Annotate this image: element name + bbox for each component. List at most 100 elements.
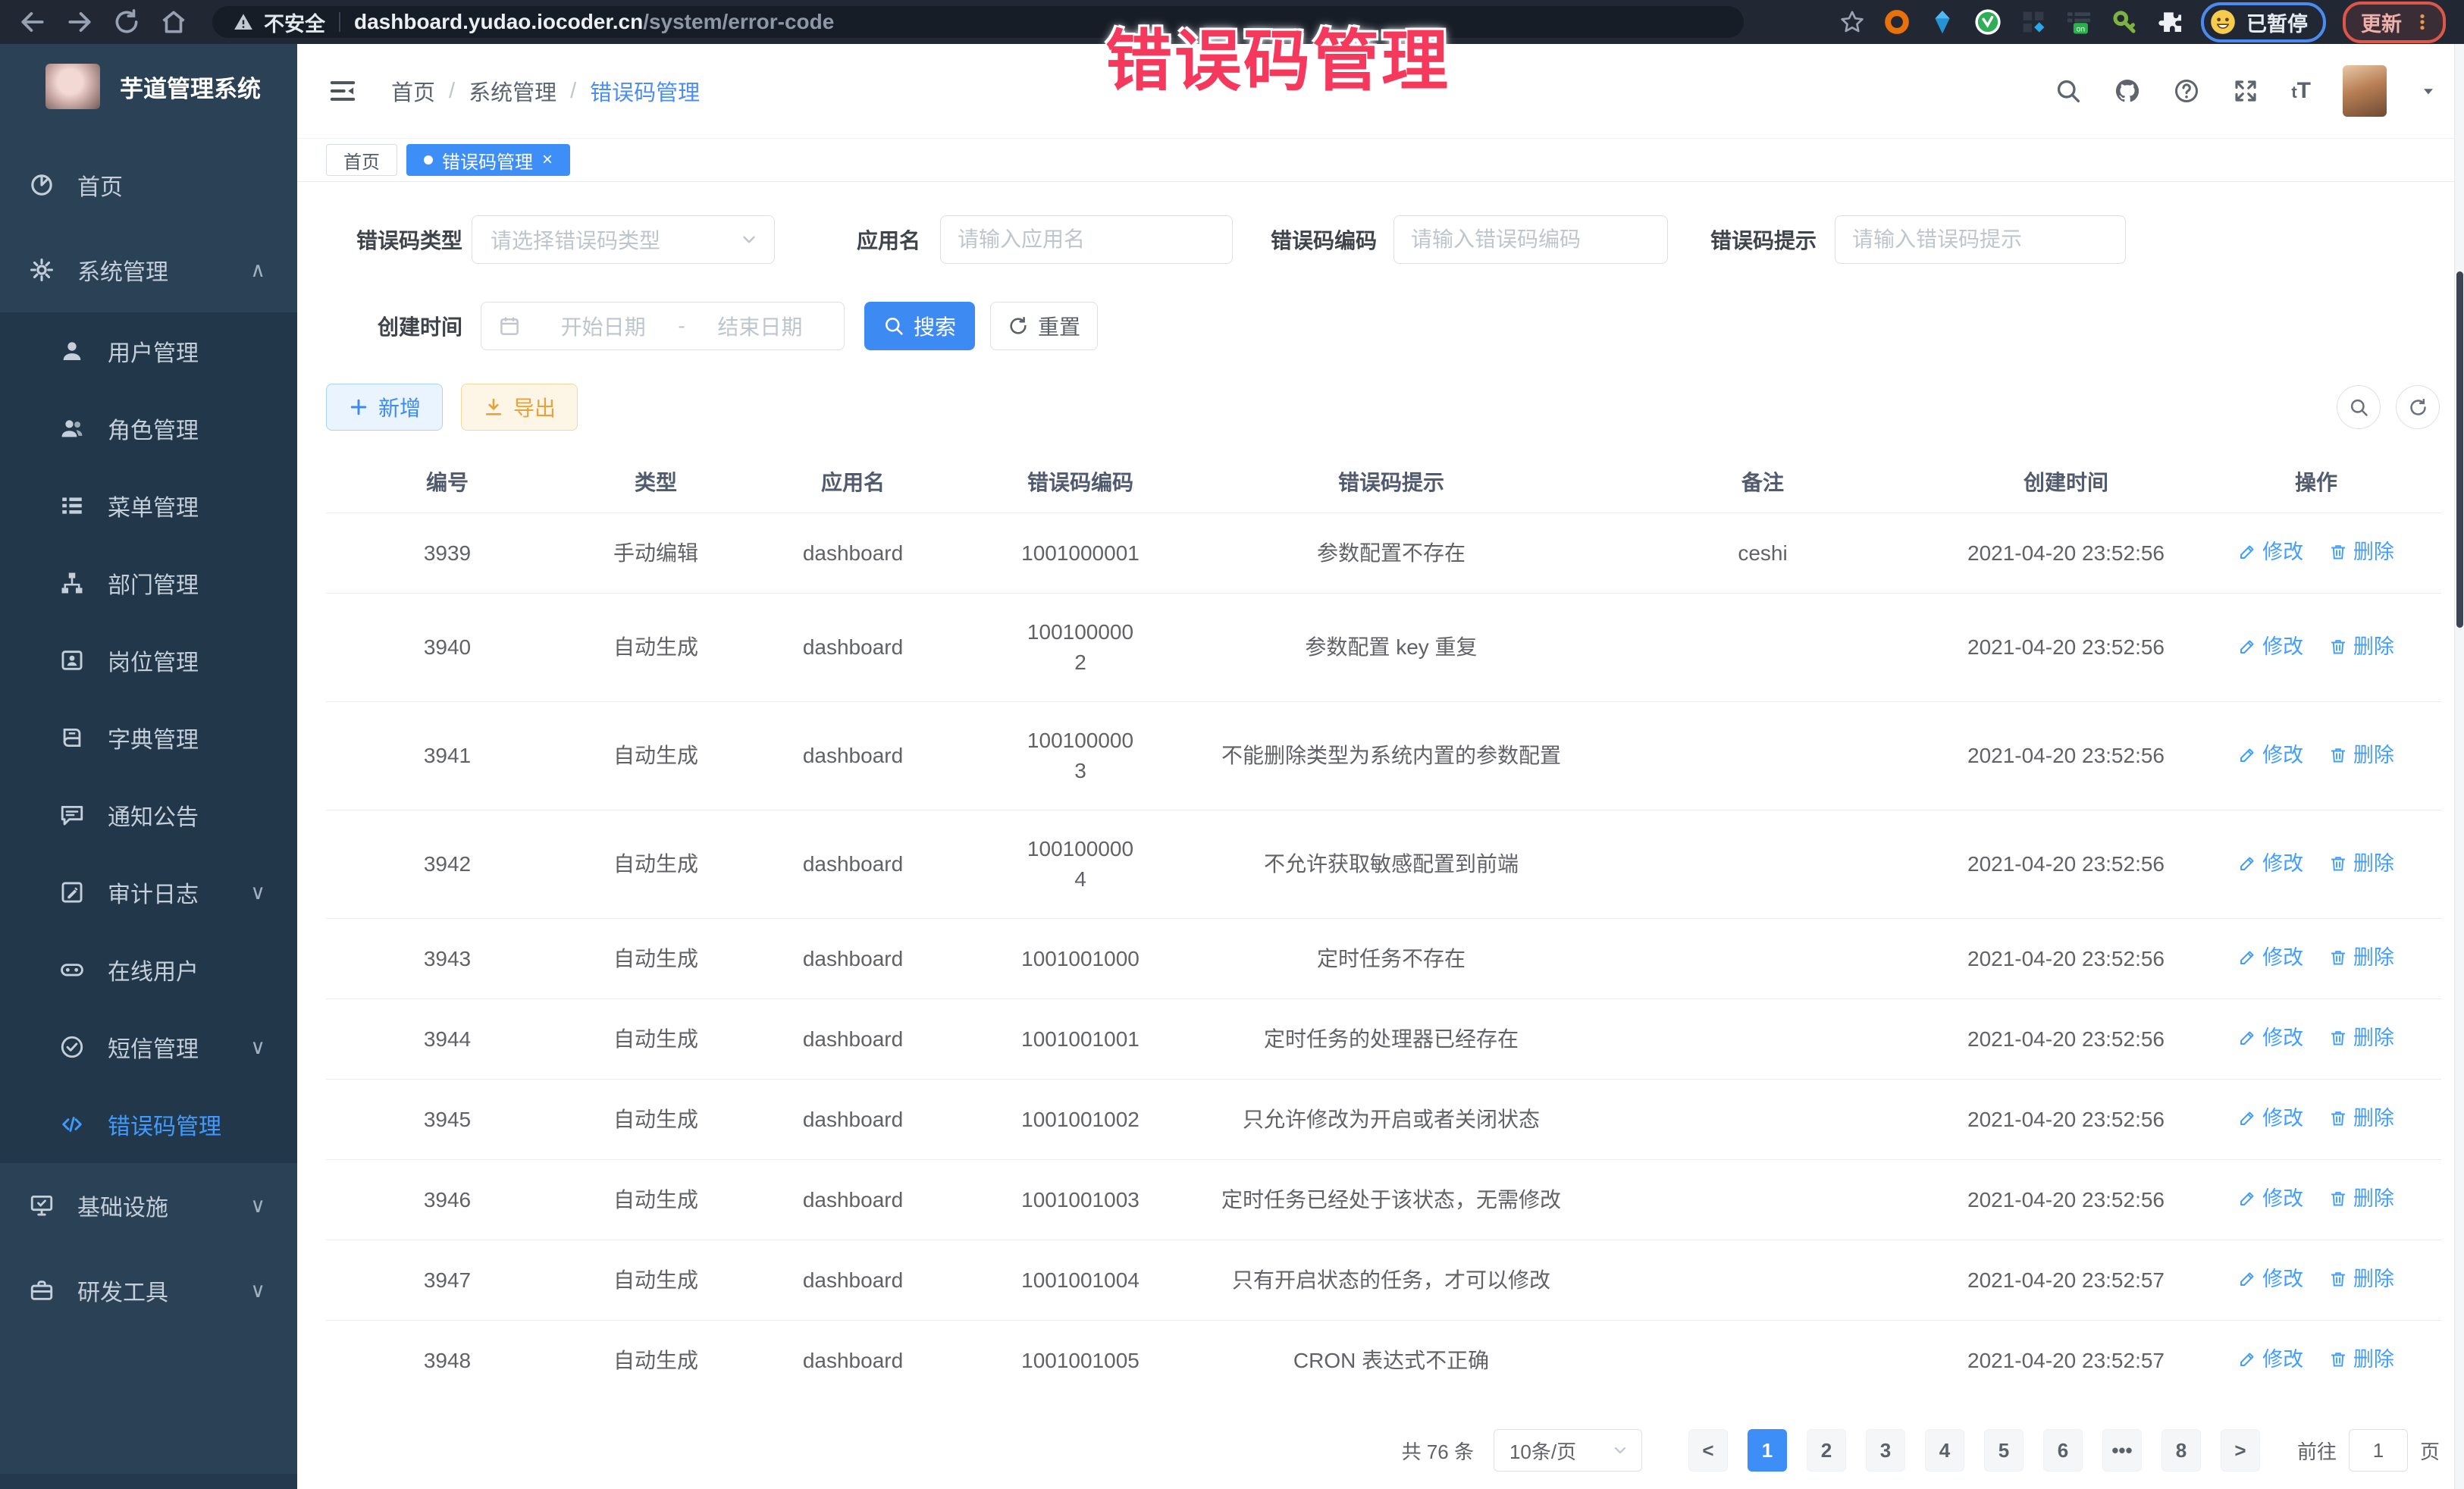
address-bar[interactable]: 不安全 dashboard.yudao.iocoder.cn/system/er… bbox=[212, 6, 1744, 38]
browser-back-icon[interactable] bbox=[18, 8, 47, 36]
page-number-button[interactable]: 4 bbox=[1925, 1429, 1964, 1472]
cell-actions: 修改 删除 bbox=[2191, 1160, 2441, 1240]
extension-grid-icon[interactable] bbox=[2019, 8, 2048, 36]
sidebar-item[interactable]: 岗位管理 bbox=[0, 622, 297, 699]
sidebar-item[interactable]: 字典管理 bbox=[0, 699, 297, 776]
browser-home-icon[interactable] bbox=[159, 8, 188, 36]
extension-puzzle-icon[interactable] bbox=[2155, 8, 2184, 36]
goto-page-input[interactable] bbox=[2349, 1429, 2408, 1472]
edit-link[interactable]: 修改 bbox=[2238, 740, 2303, 770]
extension-blue-gem-icon[interactable] bbox=[1928, 8, 1957, 36]
breadcrumb-system[interactable]: 系统管理 bbox=[469, 75, 556, 107]
tab-home[interactable]: 首页 bbox=[326, 144, 397, 176]
app-name-input[interactable] bbox=[940, 215, 1233, 264]
app-logo[interactable]: 芋道管理系统 bbox=[0, 44, 297, 129]
scrollbar-thumb[interactable] bbox=[2456, 271, 2463, 628]
edit-link[interactable]: 修改 bbox=[2238, 942, 2303, 973]
edit-link[interactable]: 修改 bbox=[2238, 1103, 2303, 1133]
edit-link[interactable]: 修改 bbox=[2238, 1023, 2303, 1053]
sidebar-item[interactable]: 首页 bbox=[0, 143, 297, 227]
page-number-button[interactable]: ••• bbox=[2102, 1429, 2142, 1472]
sidebar-item[interactable]: 系统管理 ∧ bbox=[0, 227, 297, 312]
scrollbar-track[interactable] bbox=[2454, 44, 2464, 1489]
page-number-button[interactable]: 3 bbox=[1866, 1429, 1905, 1472]
edit-link[interactable]: 修改 bbox=[2238, 1183, 2303, 1214]
delete-link[interactable]: 删除 bbox=[2329, 1264, 2394, 1294]
edit-link[interactable]: 修改 bbox=[2238, 632, 2303, 662]
extension-paused-pill[interactable]: 已暂停 bbox=[2201, 2, 2326, 42]
page-number-button[interactable]: 5 bbox=[1984, 1429, 2024, 1472]
reset-button[interactable]: 重置 bbox=[990, 302, 1098, 350]
edit-link[interactable]: 修改 bbox=[2238, 848, 2303, 879]
sidebar-item[interactable]: 部门管理 bbox=[0, 544, 297, 622]
cell-remark bbox=[1585, 1160, 1941, 1240]
page-number-button[interactable]: 6 bbox=[2043, 1429, 2083, 1472]
sidebar-collapse-icon[interactable] bbox=[328, 76, 358, 106]
sidebar-item[interactable]: 审计日志 ∨ bbox=[0, 854, 297, 931]
extension-orange-donut-icon[interactable] bbox=[1882, 8, 1911, 36]
page-size-select[interactable]: 10条/页 bbox=[1494, 1429, 1642, 1472]
github-icon[interactable] bbox=[2114, 77, 2141, 105]
error-type-select[interactable]: 请选择错误码类型 bbox=[472, 215, 775, 264]
delete-link[interactable]: 删除 bbox=[2329, 537, 2394, 567]
edit-link[interactable]: 修改 bbox=[2238, 537, 2303, 567]
browser-reload-icon[interactable] bbox=[112, 8, 141, 36]
sidebar-item[interactable]: 通知公告 bbox=[0, 776, 297, 854]
delete-link[interactable]: 删除 bbox=[2329, 632, 2394, 662]
user-avatar[interactable] bbox=[2343, 65, 2387, 117]
cell-message: 只允许修改为开启或者关闭状态 bbox=[1198, 1080, 1585, 1160]
next-page-button[interactable]: > bbox=[2221, 1429, 2260, 1472]
browser-update-button[interactable]: 更新 bbox=[2343, 2, 2446, 43]
tab-error-code[interactable]: 错误码管理 × bbox=[406, 144, 570, 176]
delete-link[interactable]: 删除 bbox=[2329, 740, 2394, 770]
browser-menu-kebab-icon[interactable] bbox=[2412, 11, 2432, 33]
edit-link[interactable]: 修改 bbox=[2238, 1264, 2303, 1294]
sidebar-item[interactable]: 菜单管理 bbox=[0, 467, 297, 544]
toggle-search-button[interactable] bbox=[2337, 385, 2381, 429]
delete-link[interactable]: 删除 bbox=[2329, 1344, 2394, 1375]
delete-link[interactable]: 删除 bbox=[2329, 942, 2394, 973]
browser-forward-icon[interactable] bbox=[65, 8, 94, 36]
page-number-button[interactable]: 2 bbox=[1807, 1429, 1846, 1472]
sidebar-item[interactable]: 在线用户 bbox=[0, 931, 297, 1008]
export-button[interactable]: 导出 bbox=[461, 384, 578, 431]
sidebar-item[interactable]: 用户管理 bbox=[0, 312, 297, 390]
page-number-button[interactable]: 1 bbox=[1748, 1429, 1787, 1472]
search-button[interactable]: 搜索 bbox=[864, 302, 975, 350]
sidebar-item[interactable]: 角色管理 bbox=[0, 390, 297, 467]
sidebar-item[interactable]: 错误码管理 bbox=[0, 1086, 297, 1163]
fullscreen-icon[interactable] bbox=[2232, 77, 2259, 105]
header-search-icon[interactable] bbox=[2055, 77, 2082, 105]
sidebar-footer-strip bbox=[0, 1474, 297, 1489]
error-msg-input[interactable] bbox=[1835, 215, 2126, 264]
refresh-table-button[interactable] bbox=[2396, 385, 2440, 429]
active-tab-dot bbox=[424, 155, 433, 165]
prev-page-button[interactable]: < bbox=[1688, 1429, 1728, 1472]
sidebar-item[interactable]: 基础设施 ∨ bbox=[0, 1163, 297, 1248]
delete-link[interactable]: 删除 bbox=[2329, 1023, 2394, 1053]
add-button[interactable]: 新增 bbox=[326, 384, 443, 431]
delete-link[interactable]: 删除 bbox=[2329, 848, 2394, 879]
start-date-placeholder[interactable]: 开始日期 bbox=[536, 311, 670, 341]
page-number-button[interactable]: 8 bbox=[2161, 1429, 2201, 1472]
delete-link[interactable]: 删除 bbox=[2329, 1183, 2394, 1214]
bookmark-star-icon[interactable] bbox=[1839, 8, 1866, 36]
font-size-icon[interactable]: tT bbox=[2291, 78, 2311, 104]
edit-pencil-icon bbox=[2238, 1190, 2256, 1208]
extension-green-v-icon[interactable] bbox=[1973, 8, 2002, 36]
end-date-placeholder[interactable]: 结束日期 bbox=[693, 311, 827, 341]
delete-link[interactable]: 删除 bbox=[2329, 1103, 2394, 1133]
edit-link[interactable]: 修改 bbox=[2238, 1344, 2303, 1375]
create-time-label: 创建时间 bbox=[326, 311, 462, 341]
date-range-picker[interactable]: 开始日期 - 结束日期 bbox=[481, 302, 845, 350]
sidebar-item[interactable]: 研发工具 ∨ bbox=[0, 1248, 297, 1333]
breadcrumb-home[interactable]: 首页 bbox=[391, 75, 435, 107]
avatar-caret-icon[interactable] bbox=[2419, 81, 2438, 101]
error-code-input[interactable] bbox=[1393, 215, 1668, 264]
extension-list-on-icon[interactable]: on bbox=[2064, 8, 2093, 36]
sidebar-item[interactable]: 短信管理 ∨ bbox=[0, 1008, 297, 1086]
extension-green-key-icon[interactable] bbox=[2110, 8, 2139, 36]
help-icon[interactable] bbox=[2173, 77, 2200, 105]
tab-close-icon[interactable]: × bbox=[542, 151, 553, 169]
cell-id: 3945 bbox=[326, 1080, 569, 1160]
